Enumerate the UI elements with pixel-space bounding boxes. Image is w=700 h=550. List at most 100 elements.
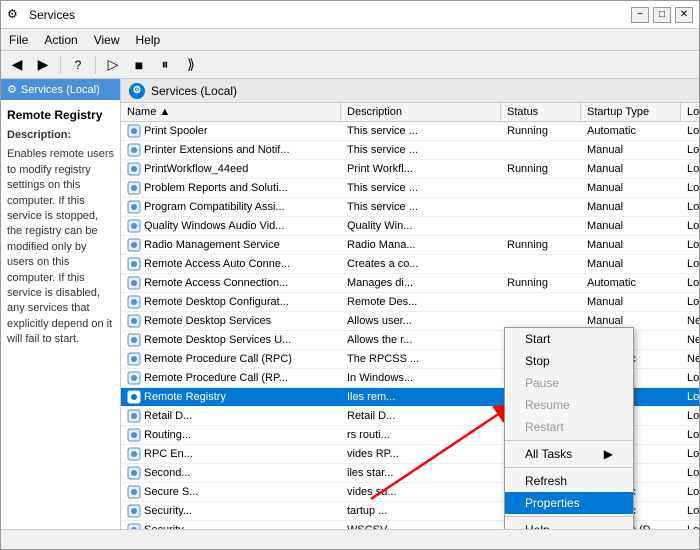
context-menu: Start Stop Pause Resume Restart All Task… — [504, 327, 634, 529]
table-row[interactable]: Remote Desktop Configurat... Remote Des.… — [121, 293, 699, 312]
play-button[interactable]: ▷ — [101, 54, 125, 76]
sidebar-title: Services (Local) — [21, 84, 100, 96]
table-header: Name ▲ Description Status Startup Type L… — [121, 103, 699, 122]
ctx-refresh[interactable]: Refresh — [505, 470, 633, 492]
cell-name: Secure S... — [121, 483, 341, 501]
service-name: Remote Registry — [7, 108, 114, 122]
cell-name: PrintWorkflow_44eed — [121, 160, 341, 178]
table-row[interactable]: Remote Access Auto Conne... Creates a co… — [121, 255, 699, 274]
status-bar — [1, 529, 699, 549]
cell-name: Print Spooler — [121, 122, 341, 140]
col-status[interactable]: Status — [501, 103, 581, 121]
cell-log: Loc — [681, 445, 699, 463]
cell-name: RPC En... — [121, 445, 341, 463]
main-content: ⚙ Services (Local) Remote Registry Descr… — [1, 79, 699, 529]
cell-name: Radio Management Service — [121, 236, 341, 254]
cell-name: Problem Reports and Soluti... — [121, 179, 341, 197]
cell-name: Printer Extensions and Notif... — [121, 141, 341, 159]
cell-status — [501, 198, 581, 216]
right-panel: ⚙ Services (Local) Name ▲ Description St… — [121, 79, 699, 529]
cell-description: tartup ... — [341, 502, 501, 520]
cell-status — [501, 217, 581, 235]
cell-log: Loc — [681, 255, 699, 273]
cell-log: Loc — [681, 274, 699, 292]
ctx-stop[interactable]: Stop — [505, 350, 633, 372]
refresh-button[interactable]: ⟫ — [179, 54, 203, 76]
table-row[interactable]: Print Spooler This service ... Running A… — [121, 122, 699, 141]
cell-name: Remote Desktop Services — [121, 312, 341, 330]
table-row[interactable]: Remote Access Connection... Manages di..… — [121, 274, 699, 293]
cell-log: Loc — [681, 198, 699, 216]
cell-log: Loc — [681, 293, 699, 311]
table-row[interactable]: Problem Reports and Soluti... This servi… — [121, 179, 699, 198]
col-description[interactable]: Description — [341, 103, 501, 121]
back-button[interactable]: ◀ — [5, 54, 29, 76]
cell-startup: Automatic — [581, 274, 681, 292]
panel-header: ⚙ Services (Local) — [121, 79, 699, 103]
cell-log: Loc — [681, 388, 699, 406]
table-row[interactable]: Radio Management Service Radio Mana... R… — [121, 236, 699, 255]
help-button[interactable]: ? — [66, 54, 90, 76]
cell-startup: Manual — [581, 179, 681, 197]
ctx-restart[interactable]: Restart — [505, 416, 633, 438]
title-controls: − □ ✕ — [631, 7, 693, 23]
cell-description: Radio Mana... — [341, 236, 501, 254]
cell-status — [501, 179, 581, 197]
cell-description: Allows the r... — [341, 331, 501, 349]
cell-description: In Windows... — [341, 369, 501, 387]
cell-description: Allows user... — [341, 312, 501, 330]
cell-log: Loc — [681, 407, 699, 425]
menu-view[interactable]: View — [86, 31, 128, 49]
col-startup[interactable]: Startup Type — [581, 103, 681, 121]
cell-status — [501, 141, 581, 159]
cell-startup: Manual — [581, 198, 681, 216]
sidebar-icon: ⚙ — [7, 83, 17, 96]
cell-name: Program Compatibility Assi... — [121, 198, 341, 216]
col-log[interactable]: Log — [681, 103, 699, 121]
sidebar: ⚙ Services (Local) Remote Registry Descr… — [1, 79, 121, 529]
cell-startup: Automatic — [581, 122, 681, 140]
table-row[interactable]: Program Compatibility Assi... This servi… — [121, 198, 699, 217]
cell-description: WSCSV... — [341, 521, 501, 529]
stop-button[interactable]: ■ — [127, 54, 151, 76]
description-label: Description: — [7, 128, 114, 143]
minimize-button[interactable]: − — [631, 7, 649, 23]
table-row[interactable]: Quality Windows Audio Vid... Quality Win… — [121, 217, 699, 236]
cell-description: This service ... — [341, 198, 501, 216]
pause-button[interactable]: ⏸ — [153, 54, 177, 76]
ctx-properties[interactable]: Properties — [505, 492, 633, 514]
ctx-sep-1 — [505, 440, 633, 441]
toolbar: ◀ ▶ ? ▷ ■ ⏸ ⟫ — [1, 51, 699, 79]
table-row[interactable]: Printer Extensions and Notif... This ser… — [121, 141, 699, 160]
col-name[interactable]: Name ▲ — [121, 103, 341, 121]
maximize-button[interactable]: □ — [653, 7, 671, 23]
ctx-resume[interactable]: Resume — [505, 394, 633, 416]
forward-button[interactable]: ▶ — [31, 54, 55, 76]
table-row[interactable]: PrintWorkflow_44eed Print Workfl... Runn… — [121, 160, 699, 179]
cell-description: Quality Win... — [341, 217, 501, 235]
cell-log: Loc — [681, 483, 699, 501]
ctx-help[interactable]: Help — [505, 519, 633, 529]
ctx-sep-3 — [505, 516, 633, 517]
ctx-sep-2 — [505, 467, 633, 468]
cell-log: Loc — [681, 236, 699, 254]
menu-action[interactable]: Action — [36, 31, 85, 49]
cell-name: Remote Procedure Call (RP... — [121, 369, 341, 387]
cell-log: Loc — [681, 179, 699, 197]
cell-description: Iles rem... — [341, 388, 501, 406]
ctx-all-tasks[interactable]: All Tasks ▶ — [505, 443, 633, 465]
cell-name: Routing... — [121, 426, 341, 444]
toolbar-separator-2 — [95, 56, 96, 74]
cell-log: Loc — [681, 502, 699, 520]
close-button[interactable]: ✕ — [675, 7, 693, 23]
cell-log: Loc — [681, 521, 699, 529]
cell-name: Security... — [121, 521, 341, 529]
window-icon: ⚙ — [7, 7, 23, 23]
sidebar-content: Remote Registry Description: Enables rem… — [1, 100, 120, 355]
cell-log: Loc — [681, 141, 699, 159]
ctx-pause[interactable]: Pause — [505, 372, 633, 394]
menu-help[interactable]: Help — [128, 31, 169, 49]
ctx-start[interactable]: Start — [505, 328, 633, 350]
menu-file[interactable]: File — [1, 31, 36, 49]
cell-status — [501, 255, 581, 273]
